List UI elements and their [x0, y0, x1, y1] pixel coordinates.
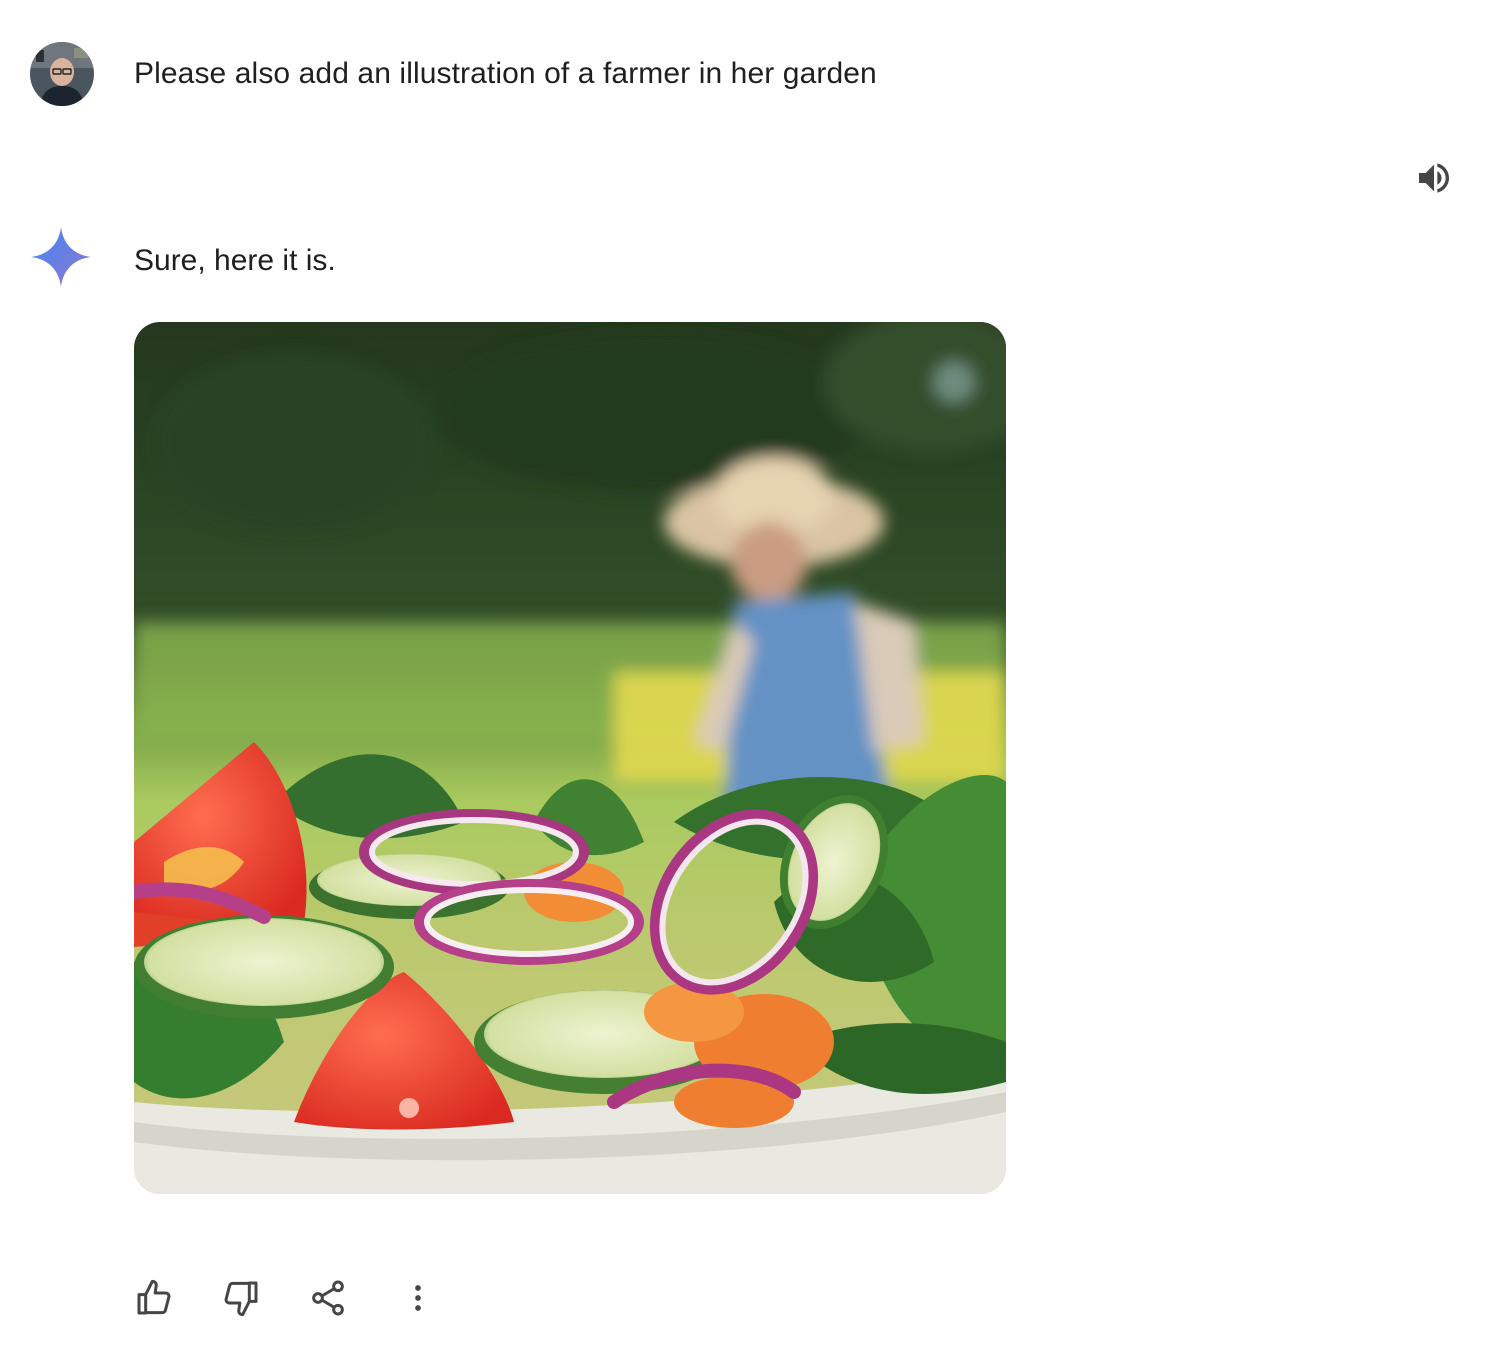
- more-options-button[interactable]: [392, 1272, 444, 1324]
- avatar-photo: [30, 42, 94, 106]
- volume-icon: [1419, 163, 1449, 193]
- user-prompt-text: Please also add an illustration of a far…: [134, 57, 877, 90]
- more-vert-icon: [415, 1285, 421, 1311]
- share-button[interactable]: [302, 1272, 354, 1324]
- thumbs-down-button[interactable]: [215, 1272, 267, 1324]
- thumbs-up-icon: [137, 1279, 171, 1315]
- thumbs-up-button[interactable]: [128, 1272, 180, 1324]
- salad-farmer-illustration: [134, 322, 1006, 1194]
- response-text: Sure, here it is.: [134, 244, 336, 277]
- thumbs-down-icon: [224, 1281, 258, 1317]
- sparkle-icon: [28, 224, 94, 290]
- user-avatar[interactable]: [30, 42, 94, 106]
- share-icon: [312, 1280, 344, 1316]
- generated-image[interactable]: [134, 322, 1006, 1194]
- read-aloud-button[interactable]: [1408, 152, 1460, 204]
